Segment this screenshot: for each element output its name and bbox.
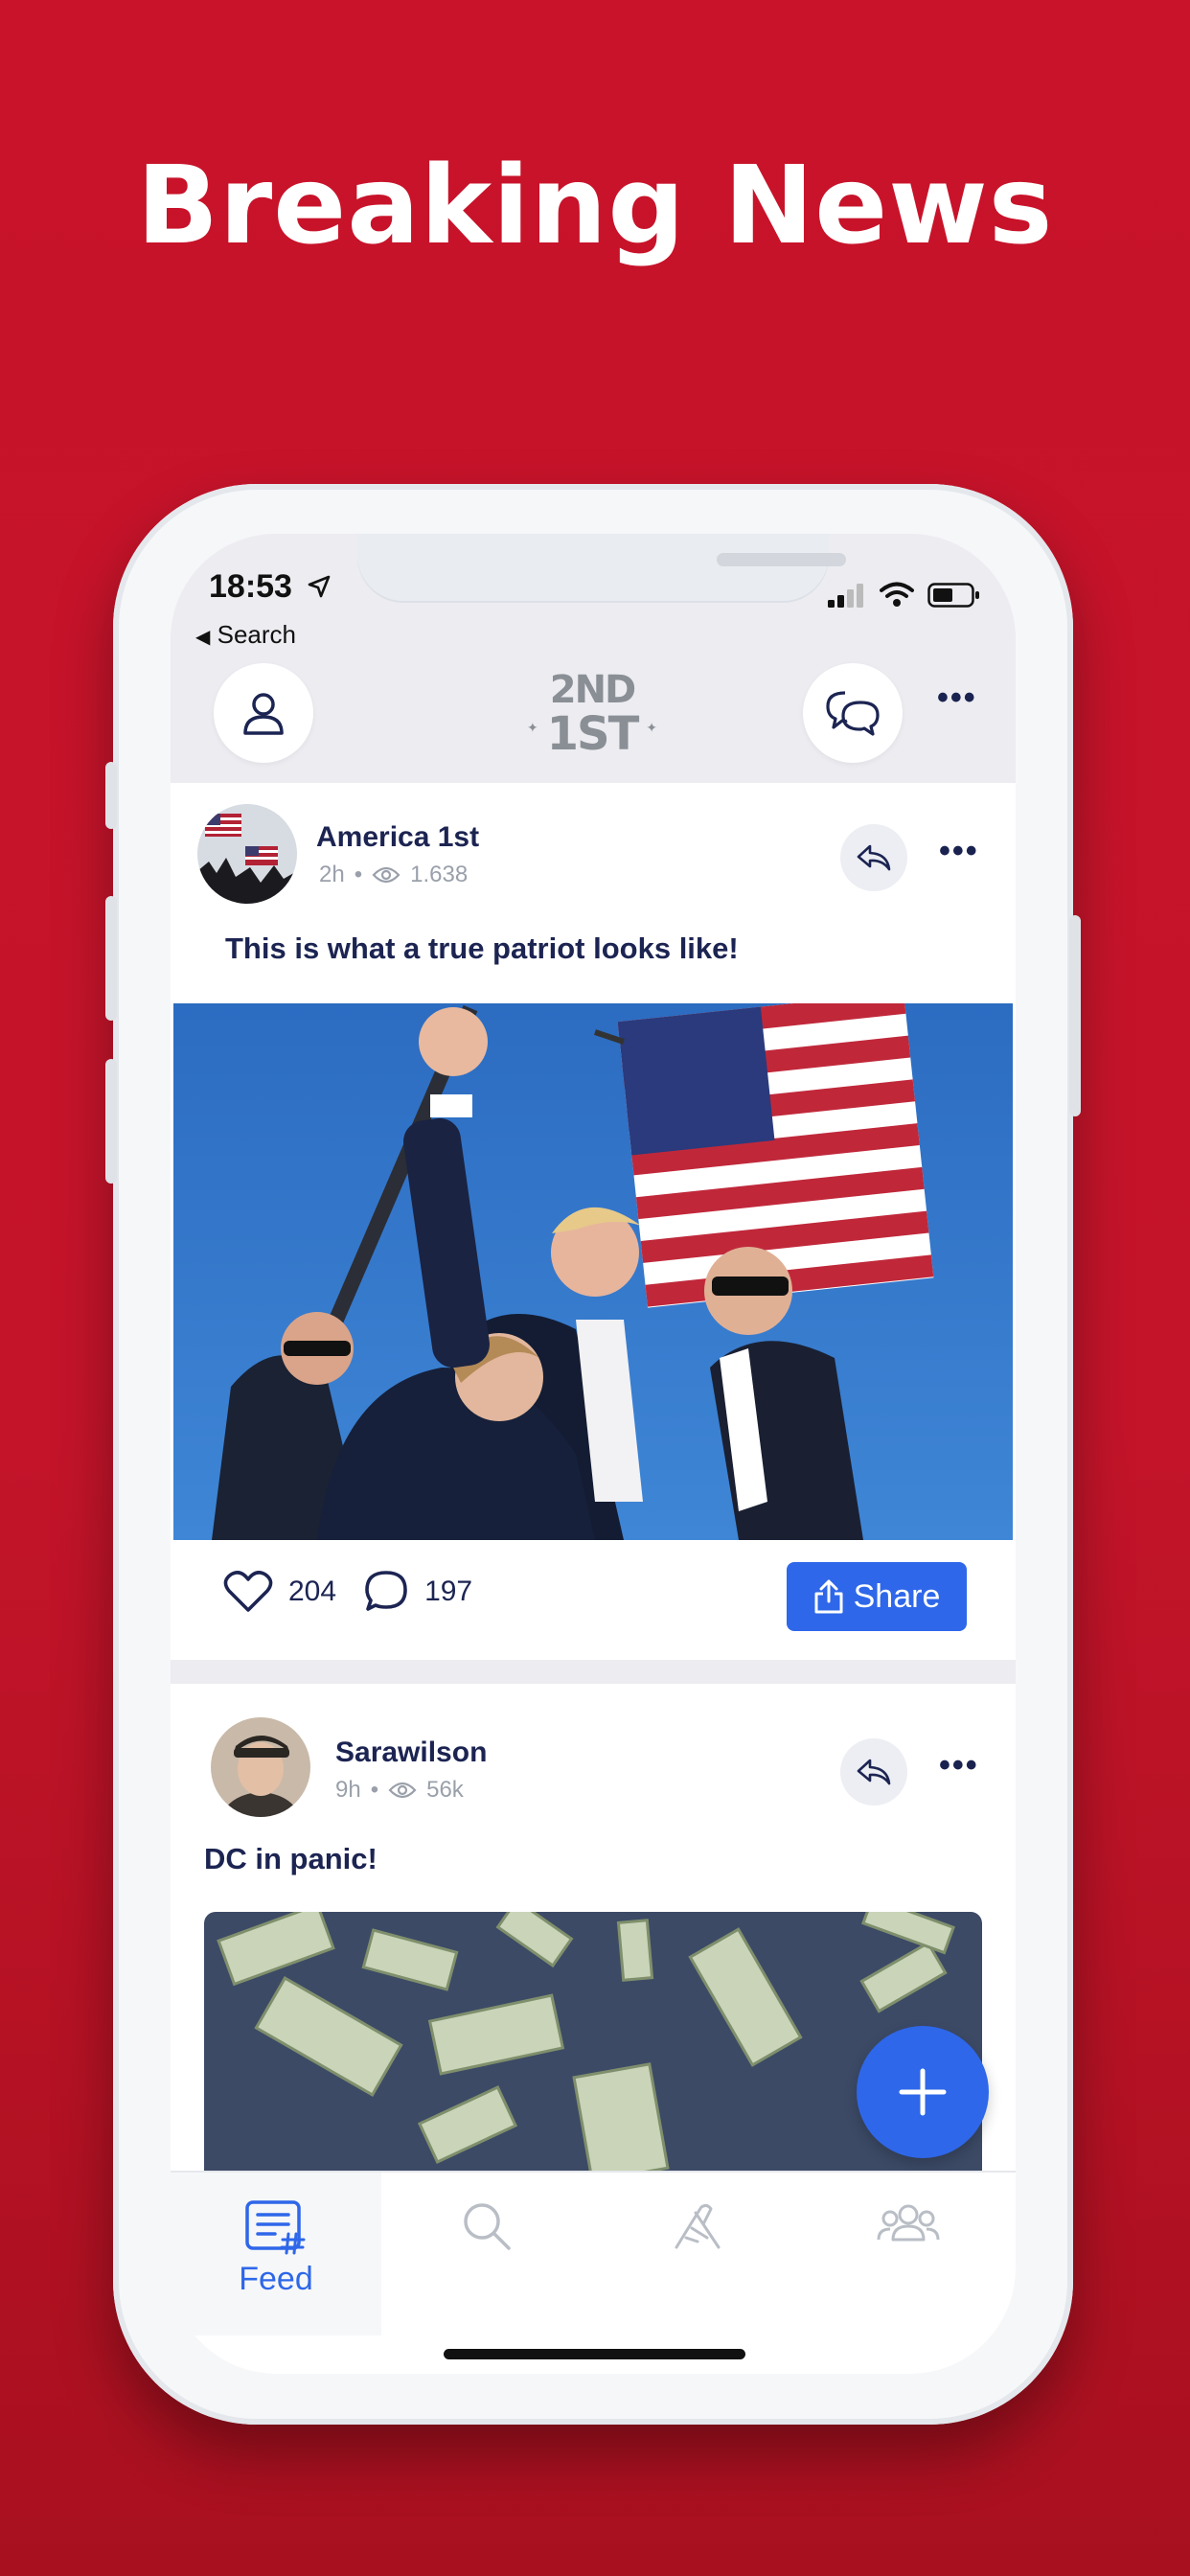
post-text: This is what a true patriot looks like! [225, 932, 739, 965]
post-meta: 9h • 56k [335, 1777, 464, 1804]
speaker [717, 553, 846, 566]
logo-star-icon: ✦ [646, 721, 657, 736]
eye-icon [372, 866, 400, 884]
plus-icon [899, 2068, 947, 2116]
post-text: DC in panic! [204, 1842, 378, 1875]
avatar[interactable] [211, 1717, 310, 1817]
more-icon: ••• [937, 679, 977, 716]
chat-icon [826, 691, 880, 736]
avatar[interactable] [197, 804, 297, 904]
home-indicator[interactable] [444, 2349, 745, 2359]
share-label: Share [853, 1577, 941, 1615]
back-label: Search [217, 620, 297, 649]
reply-icon [857, 844, 891, 871]
location-arrow-icon [308, 575, 331, 598]
rally-photo [173, 1003, 1013, 1540]
chat-button[interactable] [803, 663, 903, 763]
reply-button[interactable] [840, 824, 907, 891]
page-headline: Breaking News [136, 144, 1054, 268]
tab-groups[interactable] [803, 2173, 1014, 2335]
status-indicators [828, 582, 981, 609]
post-options-button[interactable]: ••• [939, 833, 979, 870]
post-card: America 1st 2h • 1.638 ••• This is what … [171, 783, 1016, 1660]
handshake-icon [675, 2203, 721, 2249]
post-age: 2h [319, 862, 345, 887]
post-meta: 2h • 1.638 [319, 862, 468, 888]
share-icon [814, 1579, 843, 1614]
tab-handshake[interactable] [592, 2173, 803, 2335]
feed-icon [245, 2200, 306, 2255]
reply-button[interactable] [840, 1738, 907, 1806]
volume-down-button [105, 1059, 117, 1184]
more-icon: ••• [939, 833, 979, 869]
comment-icon[interactable] [363, 1569, 409, 1615]
eye-icon [388, 1782, 417, 1799]
post-image[interactable] [173, 1003, 1013, 1540]
status-time: 18:53 [209, 568, 292, 605]
search-icon [464, 2203, 511, 2250]
phone-screen: 18:53 ◀ Search ✦ 2ND 1ST ✦ ••• America 1… [171, 534, 1016, 2374]
back-triangle-icon: ◀ [195, 627, 211, 648]
phone-frame: 18:53 ◀ Search ✦ 2ND 1ST ✦ ••• America 1… [105, 484, 1081, 2425]
comment-count: 197 [424, 1576, 473, 1607]
power-button [1069, 915, 1081, 1116]
notch [357, 534, 846, 603]
tab-search[interactable] [381, 2173, 592, 2335]
profile-button[interactable] [214, 663, 313, 763]
post-views: 56k [426, 1777, 464, 1803]
tab-label: Feed [239, 2261, 313, 2297]
meta-separator: • [354, 862, 363, 887]
tab-feed[interactable]: Feed [171, 2173, 381, 2335]
more-icon: ••• [939, 1747, 979, 1783]
post-stats: 204 197 [223, 1569, 472, 1615]
app-logo: ✦ 2ND 1ST ✦ [525, 668, 659, 761]
app-header: ✦ 2ND 1ST ✦ ••• [171, 658, 1016, 769]
share-button[interactable]: Share [787, 1562, 967, 1631]
post-image[interactable] [204, 1912, 982, 2190]
more-options-button[interactable]: ••• [937, 679, 977, 717]
logo-star-icon: ✦ [527, 721, 538, 736]
like-count: 204 [288, 1576, 337, 1607]
post-age: 9h [335, 1777, 361, 1803]
create-post-button[interactable] [857, 2026, 989, 2158]
avatar-image [211, 1717, 310, 1817]
post-views: 1.638 [410, 862, 469, 887]
wifi-icon [880, 582, 914, 607]
post-options-button[interactable]: ••• [939, 1747, 979, 1784]
post-author[interactable]: America 1st [316, 821, 479, 854]
logo-line1: 2ND [549, 668, 637, 712]
post-author[interactable]: Sarawilson [335, 1736, 487, 1769]
signal-icon [828, 584, 863, 608]
silent-switch [105, 762, 117, 829]
tab-bar: Feed [171, 2171, 1016, 2374]
avatar-image [197, 804, 297, 904]
logo-line2: 1ST [546, 707, 640, 761]
meta-separator: • [370, 1777, 379, 1803]
profile-icon [243, 693, 284, 735]
volume-up-button [105, 896, 117, 1021]
heart-icon[interactable] [223, 1570, 273, 1614]
back-to-search-link[interactable]: ◀ Search [195, 620, 296, 650]
groups-icon [877, 2204, 940, 2242]
reply-icon [857, 1759, 891, 1785]
money-photo [204, 1912, 982, 2190]
battery-icon [927, 583, 979, 608]
